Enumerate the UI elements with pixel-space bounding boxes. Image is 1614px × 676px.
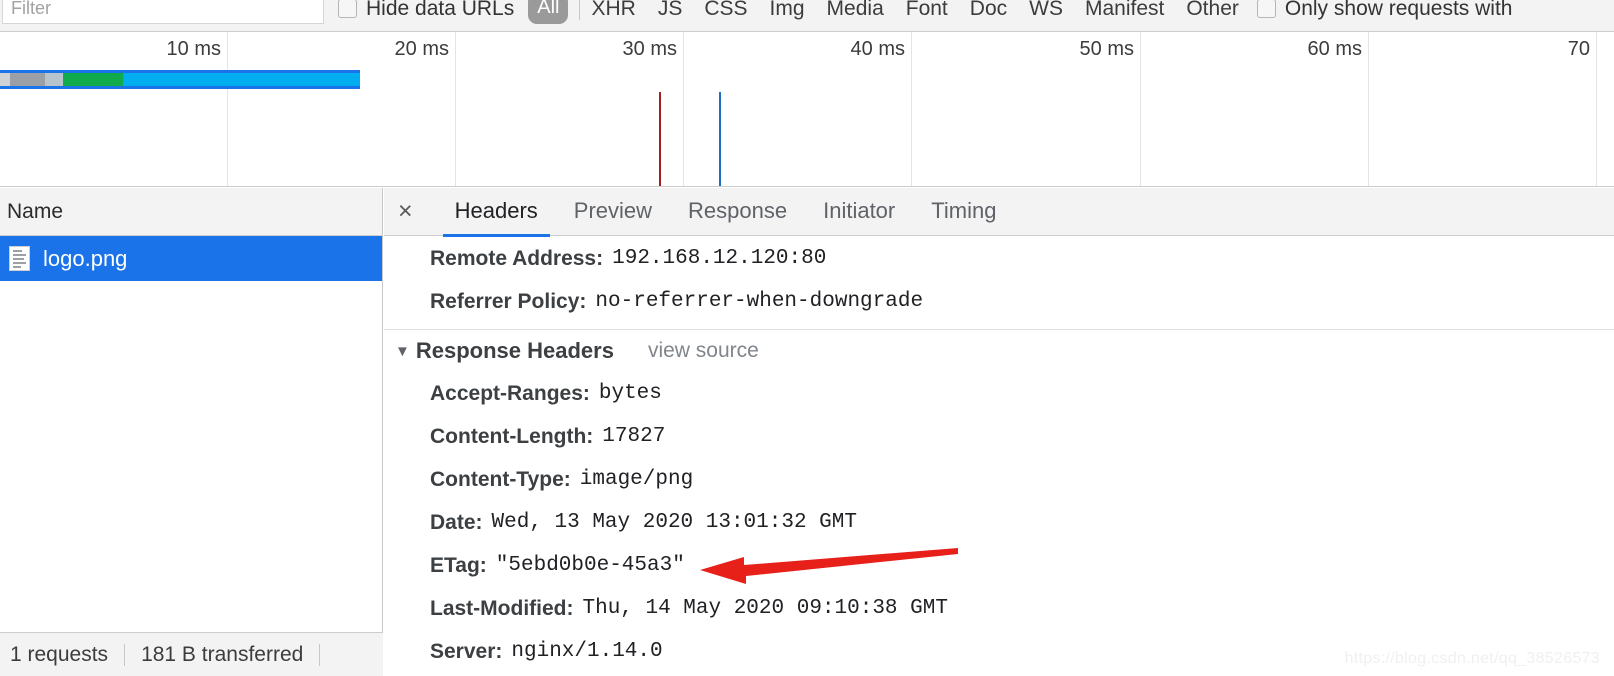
tab-response[interactable]: Response <box>670 188 805 236</box>
devtools-network-panel: Hide data URLs All XHR JS CSS Img Media … <box>0 0 1614 676</box>
waterfall-segment-content-download <box>123 73 360 86</box>
headers-content: Remote Address: 192.168.12.120:80 Referr… <box>384 237 1614 676</box>
hide-data-urls-label: Hide data URLs <box>366 0 515 20</box>
column-header-name[interactable]: Name <box>7 200 63 224</box>
request-name-label: logo.png <box>43 245 128 271</box>
header-value: Thu, 14 May 2020 09:10:38 GMT <box>582 597 948 620</box>
header-row-date: Date: Wed, 13 May 2020 13:01:32 GMT <box>384 501 1614 544</box>
filter-other[interactable]: Other <box>1186 0 1239 21</box>
resource-type-filters: All XHR JS CSS Img Media Font Doc WS Man… <box>528 0 1239 24</box>
header-key: Remote Address: <box>430 246 604 270</box>
only-show-blocked-label: Only show requests with <box>1284 0 1513 20</box>
header-value: image/png <box>579 468 694 491</box>
header-value: bytes <box>598 382 662 405</box>
header-row-content-type: Content-Type: image/png <box>384 458 1614 501</box>
triangle-down-icon: ▼ <box>395 342 410 360</box>
request-list-empty-area <box>0 281 382 632</box>
request-list-panel: Name logo.png 1 requests 181 B transferr… <box>0 188 383 676</box>
only-show-blocked-checkbox-wrap[interactable]: Only show requests with <box>1256 0 1513 21</box>
response-headers-title: Response Headers <box>415 338 614 363</box>
header-value: Wed, 13 May 2020 13:01:32 GMT <box>491 511 857 534</box>
header-key: Date: <box>430 510 483 534</box>
header-key: Last-Modified: <box>430 596 574 620</box>
hide-data-urls-checkbox-wrap[interactable]: Hide data URLs <box>338 0 514 21</box>
header-row-referrer-policy: Referrer Policy: no-referrer-when-downgr… <box>384 280 1614 323</box>
tick-label: 40 ms <box>850 38 905 60</box>
header-value: "5ebd0b0e-45a3" <box>495 554 685 577</box>
checkbox-icon[interactable] <box>338 0 357 18</box>
filter-xhr[interactable]: XHR <box>591 0 635 21</box>
network-lower-pane: Name logo.png 1 requests 181 B transferr… <box>0 188 1614 676</box>
overview-waterfall-bar[interactable] <box>0 70 360 89</box>
header-value: no-referrer-when-downgrade <box>595 290 924 313</box>
header-row-etag: ETag: "5ebd0b0e-45a3" <box>384 544 1614 587</box>
request-row-logo-png[interactable]: logo.png <box>0 236 382 281</box>
network-status-bar: 1 requests 181 B transferred <box>0 632 383 676</box>
tab-preview[interactable]: Preview <box>556 188 670 236</box>
header-key: Content-Length: <box>430 424 594 448</box>
timeline-tick: 10 ms <box>0 32 228 186</box>
filter-input[interactable] <box>2 0 324 24</box>
watermark-text: https://blog.csdn.net/qq_38526573 <box>1344 650 1600 667</box>
tick-label: 50 ms <box>1079 38 1134 60</box>
tick-label: 70 <box>1567 38 1590 60</box>
timeline-tick: 20 ms <box>228 32 456 186</box>
tick-label: 60 ms <box>1307 38 1362 60</box>
header-row-content-length: Content-Length: 17827 <box>384 415 1614 458</box>
status-divider <box>319 643 321 666</box>
filter-css[interactable]: CSS <box>704 0 747 21</box>
header-row-accept-ranges: Accept-Ranges: bytes <box>384 372 1614 415</box>
header-key: Referrer Policy: <box>430 289 587 313</box>
header-row-last-modified: Last-Modified: Thu, 14 May 2020 09:10:38… <box>384 587 1614 630</box>
header-key: Accept-Ranges: <box>430 381 590 405</box>
network-filter-toolbar: Hide data URLs All XHR JS CSS Img Media … <box>0 0 1614 32</box>
tick-label: 20 ms <box>394 38 449 60</box>
tick-label: 30 ms <box>622 38 677 60</box>
transferred-size: 181 B transferred <box>141 642 304 666</box>
filter-media[interactable]: Media <box>827 0 884 21</box>
tab-initiator[interactable]: Initiator <box>805 188 913 236</box>
request-details-panel: × Headers Preview Response Initiator Tim… <box>384 188 1614 676</box>
tick-label: 10 ms <box>166 38 221 60</box>
waterfall-segment-stalled <box>10 73 45 86</box>
waterfall-segment-queueing <box>0 73 10 86</box>
status-divider <box>124 643 126 666</box>
header-value: 192.168.12.120:80 <box>612 247 827 270</box>
filter-js[interactable]: JS <box>658 0 683 21</box>
dom-content-loaded-marker <box>659 92 661 186</box>
header-value: nginx/1.14.0 <box>511 640 663 663</box>
checkbox-icon[interactable] <box>1256 0 1276 18</box>
view-source-link[interactable]: view source <box>648 339 759 363</box>
filter-doc[interactable]: Doc <box>970 0 1007 21</box>
tab-timing[interactable]: Timing <box>913 188 1014 236</box>
timeline-tick: 60 ms <box>1141 32 1369 186</box>
filter-font[interactable]: Font <box>906 0 948 21</box>
timeline-tick: 50 ms <box>912 32 1141 186</box>
image-file-icon <box>9 246 30 271</box>
header-key: Server: <box>430 639 503 663</box>
tab-headers[interactable]: Headers <box>437 188 556 237</box>
header-row-remote-address: Remote Address: 192.168.12.120:80 <box>384 237 1614 280</box>
waterfall-segment-request-sent <box>63 73 123 86</box>
header-key: Content-Type: <box>430 467 571 491</box>
waterfall-segments <box>0 73 360 86</box>
network-overview-timeline[interactable]: 10 ms 20 ms 30 ms 40 ms 50 ms 60 ms 70 <box>0 32 1614 187</box>
header-key: ETag: <box>430 553 487 577</box>
filter-manifest[interactable]: Manifest <box>1085 0 1164 21</box>
toolbar-divider <box>579 0 581 20</box>
filter-all[interactable]: All <box>528 0 569 24</box>
timeline-tick: 70 <box>1369 32 1597 186</box>
filter-img[interactable]: Img <box>770 0 805 21</box>
timeline-tick: 30 ms <box>456 32 684 186</box>
details-tab-bar: × Headers Preview Response Initiator Tim… <box>384 188 1614 237</box>
request-count: 1 requests <box>10 642 109 666</box>
close-icon[interactable]: × <box>398 199 413 224</box>
filter-ws[interactable]: WS <box>1029 0 1063 21</box>
request-list-header: Name <box>0 188 382 236</box>
header-value: 17827 <box>602 425 666 448</box>
load-event-marker <box>719 92 721 186</box>
response-headers-section-toggle[interactable]: ▼ Response Headers view source <box>384 329 1614 372</box>
waterfall-segment-dns-lookup <box>45 73 63 86</box>
